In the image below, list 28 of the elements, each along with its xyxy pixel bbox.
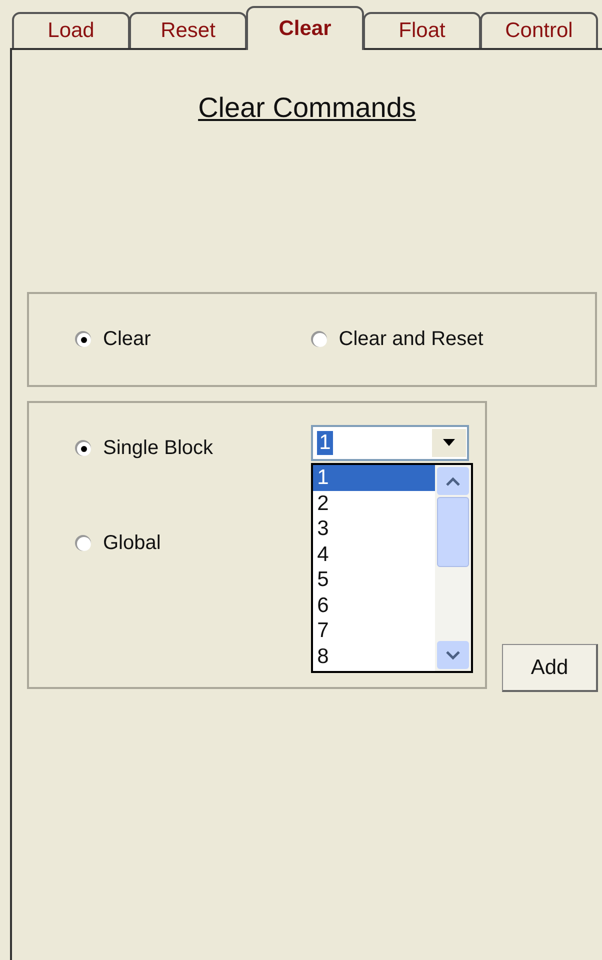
radio-button[interactable]	[77, 536, 91, 550]
radio-button[interactable]	[312, 332, 327, 346]
radio-button[interactable]	[77, 442, 91, 456]
list-item[interactable]: 1	[313, 465, 436, 490]
list-item[interactable]: 6	[313, 592, 436, 618]
tab[interactable]: Float	[363, 12, 481, 48]
scroll-bar[interactable]	[435, 465, 472, 671]
panel-title: Clear Commands	[198, 92, 416, 125]
scroll-thumb[interactable]	[437, 497, 470, 567]
list-item[interactable]: 3	[313, 516, 436, 542]
add-button[interactable]: Add	[502, 644, 598, 692]
scroll-down-icon[interactable]	[437, 641, 470, 669]
list-item[interactable]: 2	[313, 490, 436, 516]
tab[interactable]: Reset	[129, 12, 247, 48]
radio-label[interactable]: Clear and Reset	[338, 328, 484, 351]
list-item[interactable]: 7	[313, 618, 436, 644]
radio-label[interactable]: Clear	[103, 328, 151, 351]
radio-label[interactable]: Global	[103, 532, 161, 555]
scroll-up-icon[interactable]	[437, 467, 470, 495]
list-item[interactable]: 5	[313, 567, 436, 592]
radio-button[interactable]	[77, 332, 91, 346]
tab[interactable]: Clear	[246, 6, 364, 50]
tab[interactable]: Load	[12, 12, 130, 48]
list-item[interactable]: 4	[313, 542, 436, 567]
block-combo-box[interactable]: 1	[311, 425, 470, 461]
tab[interactable]: Control	[480, 12, 598, 48]
radio-label[interactable]: Single Block	[103, 437, 214, 460]
list-item[interactable]: 8	[313, 644, 436, 669]
